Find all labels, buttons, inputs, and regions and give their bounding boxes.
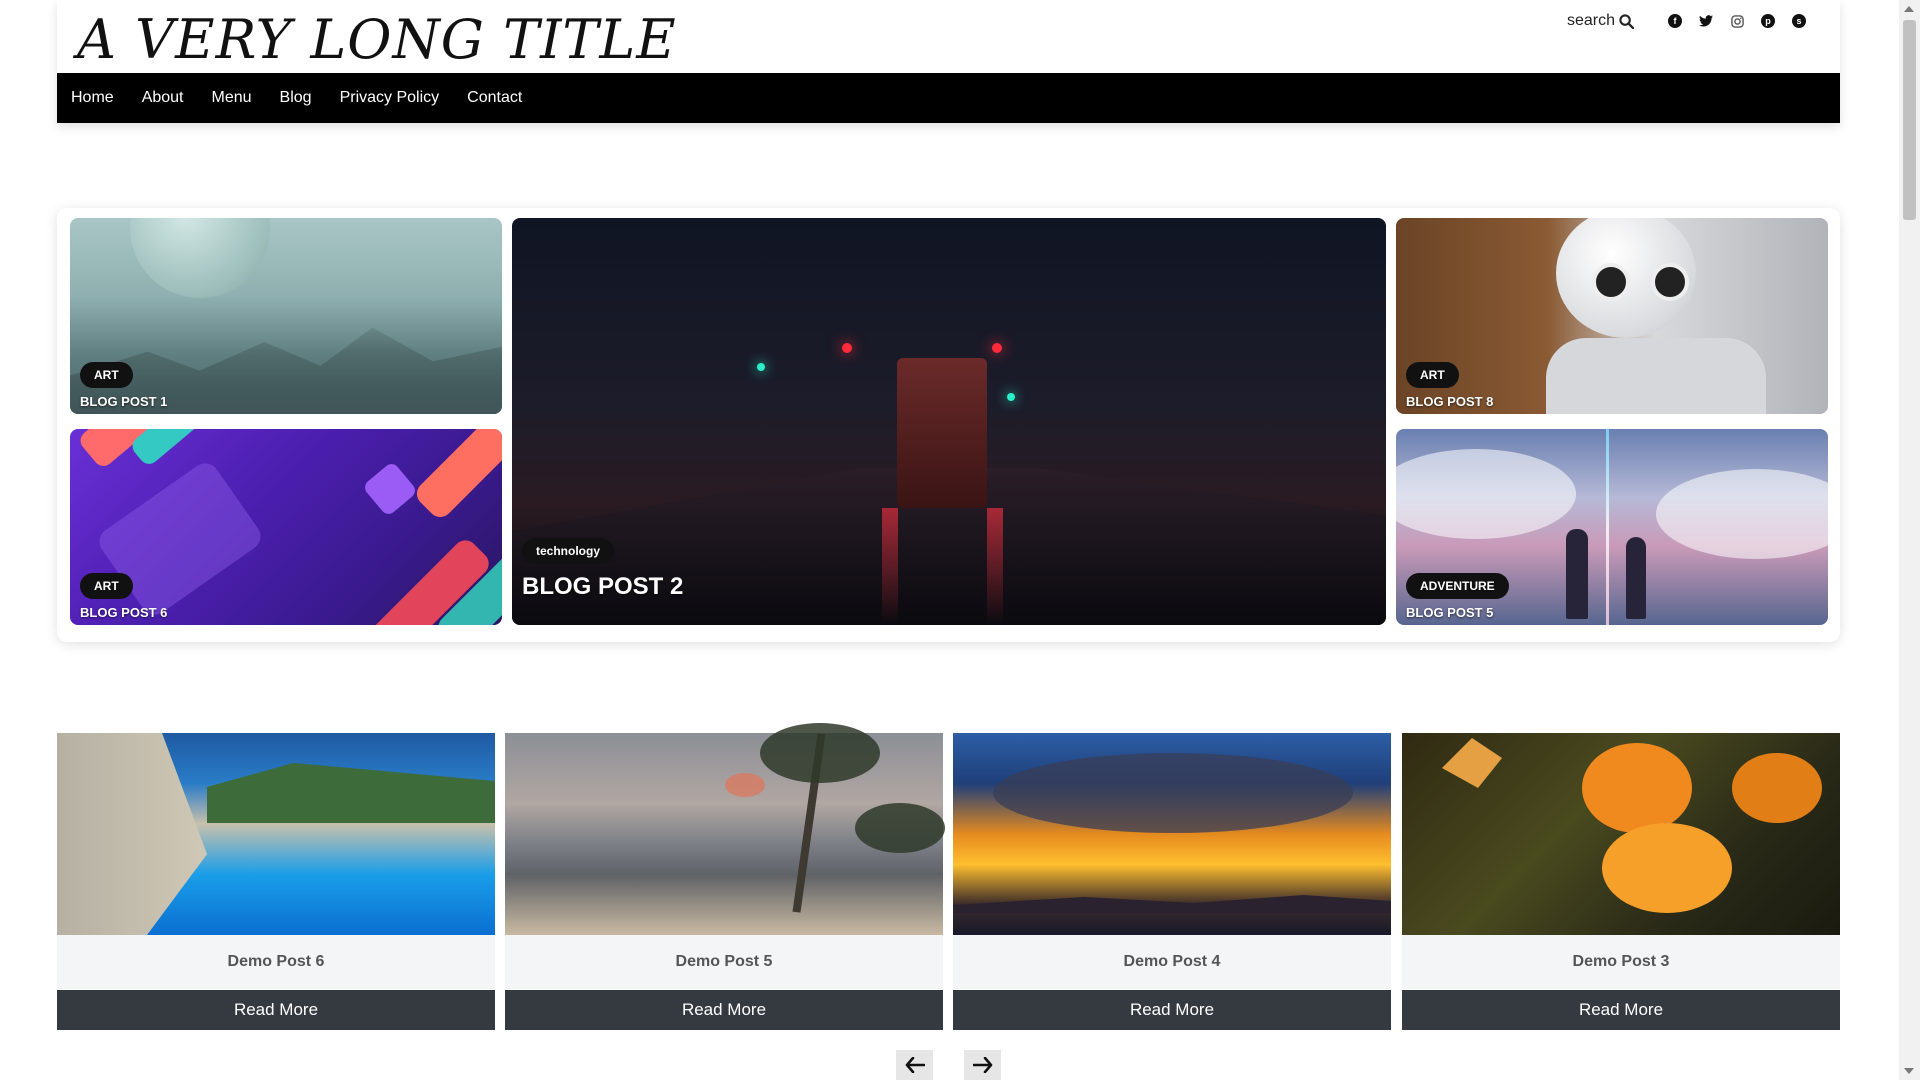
read-more-button[interactable]: Read More [1402,990,1840,1030]
post-image[interactable] [505,723,945,935]
read-more-button[interactable]: Read More [953,990,1391,1030]
category-badge[interactable]: technology [522,538,615,564]
post-card: Demo Post 3 Read More [1402,733,1840,1030]
abstract-shape [411,429,502,523]
featured-tile-blog-post-6[interactable]: ART BLOG POST 6 [70,429,502,625]
cloud-image [1396,449,1576,539]
read-more-button[interactable]: Read More [505,990,943,1030]
abstract-shape [128,429,202,468]
reflection [987,508,1003,625]
nav-item-home[interactable]: Home [71,89,114,107]
featured-posts: ART BLOG POST 1 ART BLOG POST 6 technolo… [57,208,1840,642]
facebook-icon[interactable]: f [1668,14,1682,28]
robot-body [1546,338,1766,414]
planet-image [130,218,270,298]
post-title[interactable]: Demo Post 5 [505,935,943,989]
post-title[interactable]: Demo Post 3 [1402,935,1840,989]
search-link[interactable]: search [1567,12,1634,30]
main-nav: Home About Menu Blog Privacy Policy Cont… [57,73,1840,123]
post-card: Demo Post 5 Read More [505,723,945,1030]
featured-tile-blog-post-8[interactable]: ART BLOG POST 8 [1396,218,1828,414]
nav-item-privacy-policy[interactable]: Privacy Policy [340,89,440,107]
tile-title[interactable]: BLOG POST 5 [1406,605,1493,620]
search-icon [1619,13,1634,29]
nav-item-menu[interactable]: Menu [212,89,252,107]
featured-tile-blog-post-1[interactable]: ART BLOG POST 1 [70,218,502,414]
tile-title[interactable]: BLOG POST 6 [80,605,167,620]
robot-eye [1651,263,1689,301]
nav-item-blog[interactable]: Blog [280,89,312,107]
traffic-light [757,363,765,371]
tile-title[interactable]: BLOG POST 2 [522,573,683,601]
scroll-up-icon[interactable] [1904,6,1914,12]
category-badge[interactable]: ADVENTURE [1406,573,1509,599]
arrow-right-icon [972,1057,992,1073]
traffic-light [842,343,852,353]
nav-item-about[interactable]: About [142,89,184,107]
site-header: A VERY LONG TITLE search f p s Home Abou… [57,0,1840,123]
post-card: Demo Post 4 Read More [953,733,1391,1030]
tile-title[interactable]: BLOG POST 8 [1406,394,1493,409]
streetcar-image [897,358,987,508]
skype-icon[interactable]: s [1792,14,1806,28]
category-badge[interactable]: ART [1406,362,1459,388]
read-more-button[interactable]: Read More [57,990,495,1030]
post-title[interactable]: Demo Post 4 [953,935,1391,989]
post-image[interactable] [953,733,1391,935]
scroll-down-icon[interactable] [1904,1068,1914,1074]
header-tools: search f p s [1567,12,1806,30]
pinterest-icon[interactable]: p [1761,14,1775,28]
social-links: f p s [1668,14,1806,28]
category-badge[interactable]: ART [80,362,133,388]
robot-eye [1592,263,1630,301]
post-card: Demo Post 6 Read More [57,733,495,1030]
carousel-prev-button[interactable] [896,1050,933,1080]
featured-tile-blog-post-2[interactable]: technology BLOG POST 2 [512,218,1386,625]
arrow-left-icon [905,1057,925,1073]
cloud-image [1656,469,1828,559]
nav-item-contact[interactable]: Contact [467,89,522,107]
figure-silhouette [1626,537,1646,619]
page-scrollbar[interactable] [1899,0,1920,1080]
featured-tile-blog-post-5[interactable]: ADVENTURE BLOG POST 5 [1396,429,1828,625]
traffic-light [1007,393,1015,401]
posts-carousel: Demo Post 6 Read More Demo Post 5 Read M… [57,723,1840,1030]
tile-title[interactable]: BLOG POST 1 [80,394,167,409]
scroll-thumb[interactable] [1903,20,1916,220]
twitter-icon[interactable] [1699,14,1713,28]
post-image[interactable] [1402,733,1840,935]
reflection [882,508,898,625]
light-streak [1606,429,1609,625]
category-badge[interactable]: ART [80,573,133,599]
search-label: search [1566,12,1615,29]
post-image[interactable] [57,733,495,935]
post-title[interactable]: Demo Post 6 [57,935,495,989]
carousel-next-button[interactable] [964,1050,1001,1080]
instagram-icon[interactable] [1730,14,1744,28]
traffic-light [992,343,1002,353]
site-title[interactable]: A VERY LONG TITLE [77,8,677,71]
abstract-shape [361,460,419,518]
figure-silhouette [1566,529,1588,619]
